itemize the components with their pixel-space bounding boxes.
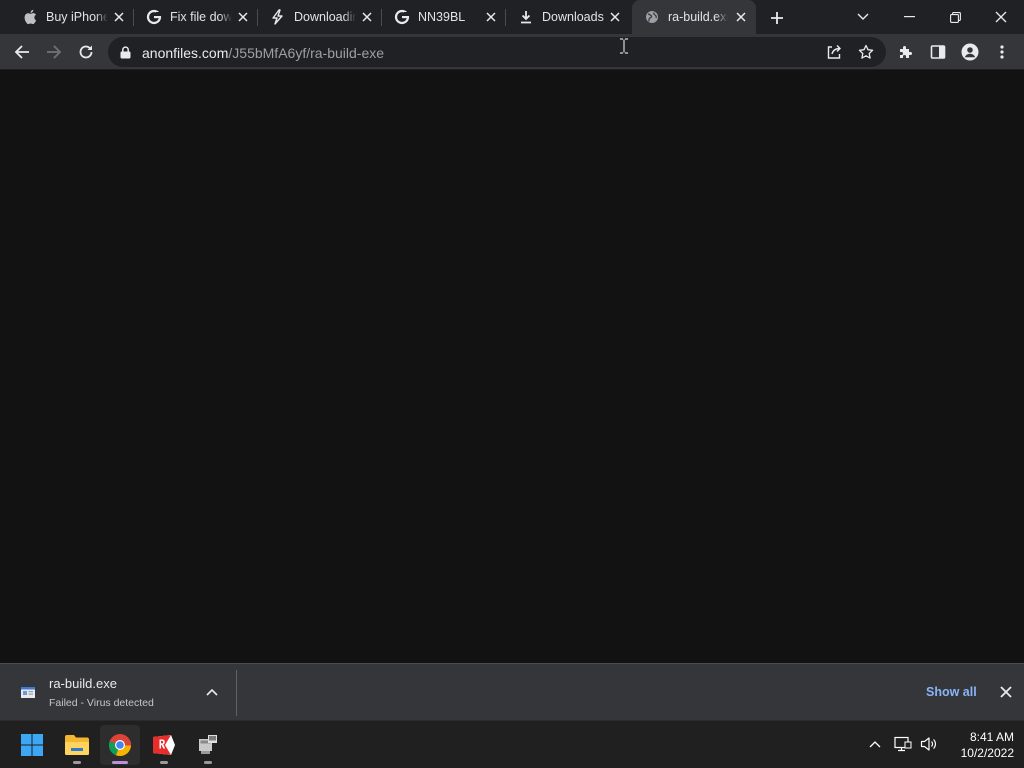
restore-icon — [949, 11, 961, 23]
file-explorer-button[interactable] — [57, 725, 97, 765]
chevron-up-icon[interactable] — [204, 684, 220, 700]
app-indicator — [160, 761, 168, 764]
profile-button[interactable] — [958, 40, 982, 64]
close-tab-icon[interactable] — [734, 10, 748, 24]
download-filename: ra-build.exe — [49, 676, 117, 691]
show-hidden-icons-button[interactable] — [864, 733, 886, 755]
tab-label: Buy iPhone — [46, 10, 108, 24]
network-icon — [894, 736, 912, 752]
tab-nn39bl[interactable]: NN39BL — [382, 0, 506, 34]
menu-button[interactable] — [990, 40, 1014, 64]
close-tab-icon[interactable] — [608, 10, 622, 24]
tab-label: Downloads — [542, 10, 604, 24]
star-icon — [858, 44, 874, 59]
bookmark-button[interactable] — [854, 40, 878, 64]
arrow-left-icon — [14, 45, 29, 59]
forward-button[interactable] — [42, 40, 66, 64]
close-tab-icon[interactable] — [360, 10, 374, 24]
download-shelf: ra-build.exe Failed - Virus detected Sho… — [0, 663, 1024, 720]
tab-downloads[interactable]: Downloads — [506, 0, 630, 34]
folder-icon — [65, 735, 89, 755]
back-button[interactable] — [10, 40, 34, 64]
network-computer-icon — [199, 735, 217, 754]
download-icon — [518, 9, 534, 25]
volume-button[interactable] — [918, 733, 940, 755]
app-indicator — [73, 761, 81, 764]
close-icon — [1000, 686, 1012, 698]
extensions-button[interactable] — [894, 40, 918, 64]
new-tab-button[interactable] — [766, 7, 788, 29]
lock-icon[interactable] — [118, 45, 132, 59]
close-tab-icon[interactable] — [484, 10, 498, 24]
close-tab-icon[interactable] — [112, 10, 126, 24]
url-text[interactable]: anonfiles.com/J55bMfA6yf/ra-build-exe — [142, 45, 384, 61]
side-panel-button[interactable] — [926, 40, 950, 64]
download-item[interactable]: ra-build.exe Failed - Virus detected — [0, 664, 236, 720]
chrome-button[interactable] — [100, 725, 140, 765]
reload-icon — [79, 45, 93, 59]
kebab-menu-icon — [1000, 45, 1004, 59]
browser-toolbar: anonfiles.com/J55bMfA6yf/ra-build-exe — [0, 34, 1024, 70]
tab-buy-iphone[interactable]: Buy iPhone — [10, 0, 134, 34]
speaker-icon — [920, 737, 936, 751]
tab-label: Downloading — [294, 10, 356, 24]
restore-button[interactable] — [932, 0, 978, 34]
google-icon — [146, 9, 162, 25]
file-icon — [20, 684, 36, 700]
windows-logo-icon — [21, 734, 43, 756]
apple-icon — [22, 9, 38, 25]
address-bar[interactable]: anonfiles.com/J55bMfA6yf/ra-build-exe — [108, 37, 886, 67]
minimize-button[interactable] — [886, 0, 932, 34]
chrome-icon — [108, 734, 132, 757]
tab-fix-file-download[interactable]: Fix file download — [134, 0, 258, 34]
tab-ra-build[interactable]: ra-build.exe — [632, 0, 756, 34]
tab-label: ra-build.exe — [668, 10, 728, 24]
share-button[interactable] — [822, 40, 846, 64]
url-host: anonfiles.com — [142, 45, 229, 61]
close-icon — [995, 11, 1007, 23]
url-path: /J55bMfA6yf/ra-build-exe — [228, 45, 385, 61]
windows-taskbar: 8:41 AM 10/2/2022 — [0, 720, 1024, 768]
tab-label: Fix file download — [170, 10, 232, 24]
side-panel-icon — [930, 45, 946, 59]
tab-search-button[interactable] — [840, 0, 886, 34]
reload-button[interactable] — [74, 40, 98, 64]
share-icon — [827, 45, 841, 59]
show-all-button[interactable]: Show all — [920, 682, 983, 702]
puzzle-icon — [900, 46, 912, 58]
arrow-right-icon — [47, 45, 62, 59]
profile-icon — [961, 43, 979, 61]
chevron-down-icon — [857, 13, 869, 20]
chevron-up-icon — [869, 741, 881, 748]
minimize-icon — [903, 16, 915, 18]
tab-downloading[interactable]: Downloading — [258, 0, 382, 34]
yandex-icon — [153, 735, 175, 755]
close-shelf-button[interactable] — [997, 683, 1015, 701]
page-content[interactable] — [0, 38, 1024, 663]
lightning-icon — [270, 9, 286, 25]
clock-date: 10/2/2022 — [960, 746, 1014, 760]
network-status-button[interactable] — [892, 733, 914, 755]
google-icon — [394, 9, 410, 25]
system-clock[interactable]: 8:41 AM 10/2/2022 — [940, 729, 1014, 761]
text-cursor-icon — [619, 38, 629, 54]
app-indicator — [112, 761, 128, 764]
tab-strip: Buy iPhone Fix file download Downloading… — [0, 0, 1024, 34]
yandex-browser-button[interactable] — [144, 725, 184, 765]
tab-label: NN39BL — [418, 10, 466, 24]
start-button[interactable] — [12, 725, 52, 765]
divider — [236, 670, 237, 716]
globe-icon — [644, 9, 660, 25]
close-tab-icon[interactable] — [236, 10, 250, 24]
network-tool-button[interactable] — [188, 725, 228, 765]
close-window-button[interactable] — [978, 0, 1024, 34]
clock-time: 8:41 AM — [969, 730, 1014, 744]
app-indicator — [204, 761, 212, 764]
download-status: Failed - Virus detected — [49, 697, 154, 709]
